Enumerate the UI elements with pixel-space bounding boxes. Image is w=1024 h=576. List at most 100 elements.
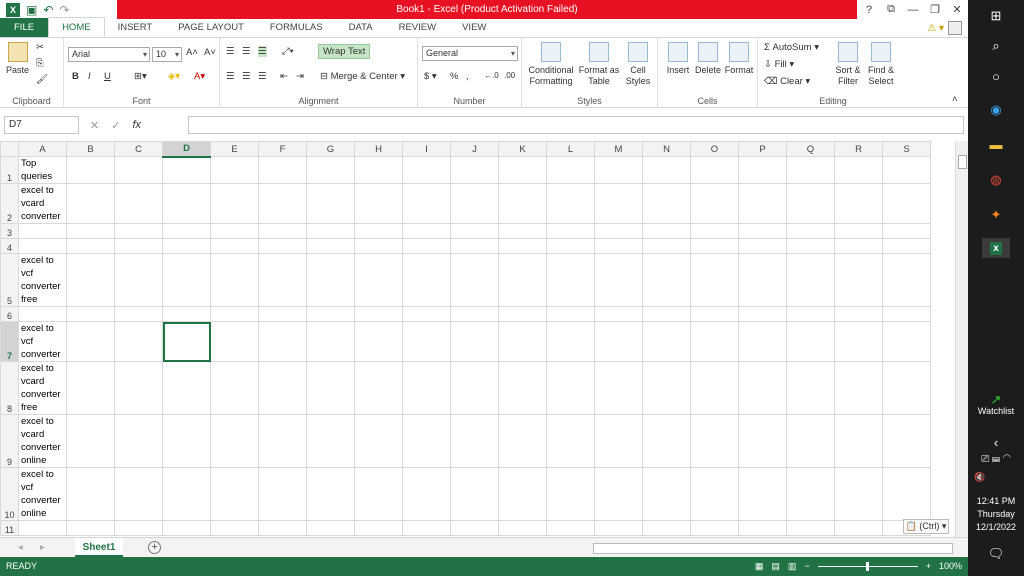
cell[interactable]	[354, 253, 403, 307]
tab-review[interactable]: REVIEW	[386, 18, 449, 37]
cell[interactable]	[306, 223, 355, 239]
column-header[interactable]: L	[546, 141, 595, 157]
cell[interactable]	[450, 253, 499, 307]
cell[interactable]	[402, 361, 451, 415]
cell[interactable]	[450, 414, 499, 468]
cell[interactable]	[258, 414, 307, 468]
cell[interactable]	[738, 238, 787, 254]
cell[interactable]	[738, 183, 787, 224]
align-center-icon[interactable]: ☰	[242, 71, 251, 82]
cell[interactable]	[498, 156, 547, 184]
cell[interactable]	[834, 223, 883, 239]
cell[interactable]	[690, 361, 739, 415]
cell-a5[interactable]: excel to vcf converter free	[18, 253, 67, 307]
increase-font-icon[interactable]: A˄	[186, 47, 198, 58]
row-header[interactable]: 3	[0, 223, 19, 239]
row-header[interactable]: 4	[0, 238, 19, 254]
chrome-icon[interactable]: ◍	[986, 170, 1006, 190]
cell[interactable]	[834, 238, 883, 254]
watchlist-label[interactable]: Watchlist	[968, 406, 1024, 416]
paste-options-button[interactable]: 📋 (Ctrl) ▾	[903, 519, 949, 534]
normal-view-icon[interactable]: ▦	[755, 557, 764, 576]
cell[interactable]	[114, 361, 163, 415]
format-as-table-button[interactable]: Format as Table	[578, 42, 620, 87]
cell[interactable]	[642, 321, 691, 362]
cell[interactable]	[354, 306, 403, 322]
cell-a4[interactable]	[18, 238, 67, 254]
cell[interactable]	[546, 361, 595, 415]
cell-a1[interactable]: Top queries	[18, 156, 67, 184]
cell[interactable]	[786, 361, 835, 415]
cell-a9[interactable]: excel to vcard converter online	[18, 414, 67, 468]
find-select-button[interactable]: Find & Select	[864, 42, 898, 87]
cell[interactable]	[594, 253, 643, 307]
cell[interactable]	[786, 306, 835, 322]
clock-day[interactable]: Thursday	[968, 509, 1024, 519]
cell[interactable]	[546, 520, 595, 536]
cell[interactable]	[210, 520, 259, 536]
cell[interactable]	[594, 238, 643, 254]
sheet-tab-sheet1[interactable]: Sheet1	[75, 538, 123, 557]
cell[interactable]	[114, 223, 163, 239]
cut-icon[interactable]: ✂	[36, 42, 44, 53]
autosum-button[interactable]: Σ AutoSum ▾	[764, 42, 819, 53]
cell[interactable]	[66, 321, 115, 362]
comma-button[interactable]: ,	[466, 71, 469, 82]
cell[interactable]	[66, 183, 115, 224]
cell[interactable]	[642, 238, 691, 254]
number-format-select[interactable]: General	[422, 46, 518, 61]
cell[interactable]	[354, 183, 403, 224]
column-header[interactable]: M	[594, 141, 643, 157]
cell[interactable]	[834, 361, 883, 415]
cell[interactable]	[114, 321, 163, 362]
cell[interactable]	[738, 361, 787, 415]
column-header[interactable]: E	[210, 141, 259, 157]
ribbon-display-button[interactable]: ⧉	[880, 3, 902, 16]
conditional-formatting-button[interactable]: Conditional Formatting	[526, 42, 576, 87]
cell[interactable]	[594, 520, 643, 536]
cell-a3[interactable]	[18, 223, 67, 239]
cell[interactable]	[402, 467, 451, 521]
cell[interactable]	[306, 306, 355, 322]
cell[interactable]	[210, 253, 259, 307]
cell[interactable]	[642, 253, 691, 307]
vertical-scrollbar[interactable]	[955, 141, 968, 537]
add-sheet-button[interactable]: +	[148, 541, 161, 554]
cell[interactable]	[66, 238, 115, 254]
cell[interactable]	[66, 414, 115, 468]
cell[interactable]	[210, 223, 259, 239]
cell[interactable]	[258, 520, 307, 536]
cell[interactable]	[450, 321, 499, 362]
cell[interactable]	[498, 306, 547, 322]
tab-page-layout[interactable]: PAGE LAYOUT	[165, 18, 257, 37]
cell[interactable]	[258, 253, 307, 307]
excel-taskbar-icon[interactable]: x	[982, 238, 1010, 258]
cell[interactable]	[162, 361, 211, 415]
cell[interactable]	[642, 414, 691, 468]
cell[interactable]	[834, 321, 883, 362]
cell[interactable]	[498, 414, 547, 468]
cell[interactable]	[690, 520, 739, 536]
cell[interactable]	[162, 321, 211, 362]
select-all-corner[interactable]	[0, 141, 19, 157]
cell[interactable]	[642, 156, 691, 184]
tab-view[interactable]: VIEW	[449, 18, 499, 37]
cell[interactable]	[114, 467, 163, 521]
cell[interactable]	[402, 253, 451, 307]
cell[interactable]	[354, 223, 403, 239]
cell[interactable]	[402, 156, 451, 184]
cell[interactable]	[882, 414, 931, 468]
column-header[interactable]: S	[882, 141, 931, 157]
cell[interactable]	[450, 467, 499, 521]
enter-icon[interactable]: ✓	[111, 119, 120, 132]
delete-cells-button[interactable]: Delete	[694, 42, 722, 76]
collapse-ribbon-icon[interactable]: ˄	[952, 94, 958, 105]
cell[interactable]	[882, 361, 931, 415]
row-header[interactable]: 7	[0, 321, 19, 362]
cell[interactable]	[258, 156, 307, 184]
column-header[interactable]: G	[306, 141, 355, 157]
cell[interactable]	[498, 238, 547, 254]
cell-styles-button[interactable]: Cell Styles	[622, 42, 654, 87]
cell[interactable]	[738, 467, 787, 521]
column-header[interactable]: C	[114, 141, 163, 157]
